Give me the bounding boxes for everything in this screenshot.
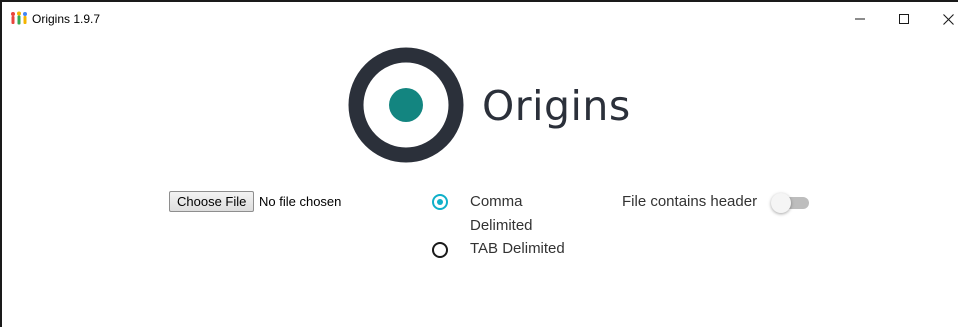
- comma-delimited-label-line2[interactable]: Delimited: [470, 214, 533, 238]
- window-title: Origins 1.9.7: [32, 12, 101, 26]
- minimize-button[interactable]: [838, 2, 882, 36]
- tab-delimited-label[interactable]: TAB Delimited: [470, 237, 565, 261]
- choose-file-button[interactable]: Choose File: [169, 191, 255, 212]
- close-button[interactable]: [926, 2, 958, 36]
- app-window: Origins 1.9.7 Origins Choose File No fil…: [0, 0, 958, 327]
- toggle-thumb[interactable]: [771, 193, 791, 213]
- header-toggle-switch[interactable]: [771, 193, 811, 213]
- maximize-icon: [899, 14, 909, 24]
- origins-logo-icon: [347, 46, 465, 164]
- tab-delimited-radio[interactable]: [432, 242, 448, 258]
- logo-wordmark: Origins: [482, 82, 631, 130]
- file-status-text: No file chosen: [259, 194, 342, 209]
- app-figures-icon: [10, 11, 28, 25]
- radio-selected-dot: [437, 199, 443, 205]
- minimize-icon: [855, 14, 865, 24]
- comma-delimited-radio[interactable]: [432, 194, 448, 210]
- maximize-button[interactable]: [882, 2, 926, 36]
- header-toggle-label: File contains header: [622, 193, 758, 210]
- title-bar[interactable]: Origins 1.9.7: [2, 2, 958, 36]
- comma-delimited-label[interactable]: Comma: [470, 190, 523, 214]
- close-icon: [942, 13, 954, 25]
